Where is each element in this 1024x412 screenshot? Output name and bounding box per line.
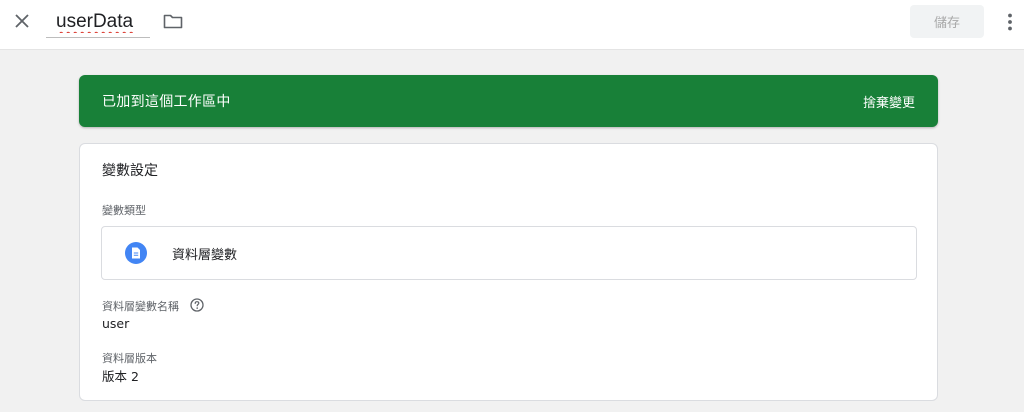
more-vert-icon <box>1008 13 1012 31</box>
banner-message: 已加到這個工作區中 <box>102 94 231 110</box>
help-icon[interactable] <box>190 298 204 312</box>
variable-type-label: 變數類型 <box>102 204 146 217</box>
folder-icon <box>163 14 183 29</box>
discard-changes-link[interactable]: 捨棄變更 <box>863 92 915 111</box>
variable-type-name: 資料層變數 <box>172 248 238 263</box>
close-button[interactable] <box>10 9 34 33</box>
save-button[interactable]: 儲存 <box>910 5 984 38</box>
datalayer-version-label: 資料層版本 <box>102 352 157 365</box>
variable-name-input[interactable] <box>56 9 150 35</box>
card-title: 變數設定 <box>102 163 158 179</box>
workspace-notification-banner: 已加到這個工作區中 捨棄變更 <box>79 75 938 127</box>
folder-button[interactable] <box>162 10 184 32</box>
variable-configuration-card: 變數設定 變數類型 資料層變數 資料層變數名稱 user 資料層版本 版本 2 <box>79 143 938 401</box>
document-icon <box>125 242 147 264</box>
datalayer-name-value: user <box>102 316 130 331</box>
datalayer-version-value: 版本 2 <box>102 369 139 384</box>
variable-name-field <box>46 6 150 38</box>
close-icon <box>15 14 29 28</box>
top-bar: 儲存 <box>0 0 1024 50</box>
more-options-button[interactable] <box>1000 10 1020 34</box>
variable-type-selector[interactable]: 資料層變數 <box>101 226 917 280</box>
datalayer-name-label: 資料層變數名稱 <box>102 300 179 313</box>
